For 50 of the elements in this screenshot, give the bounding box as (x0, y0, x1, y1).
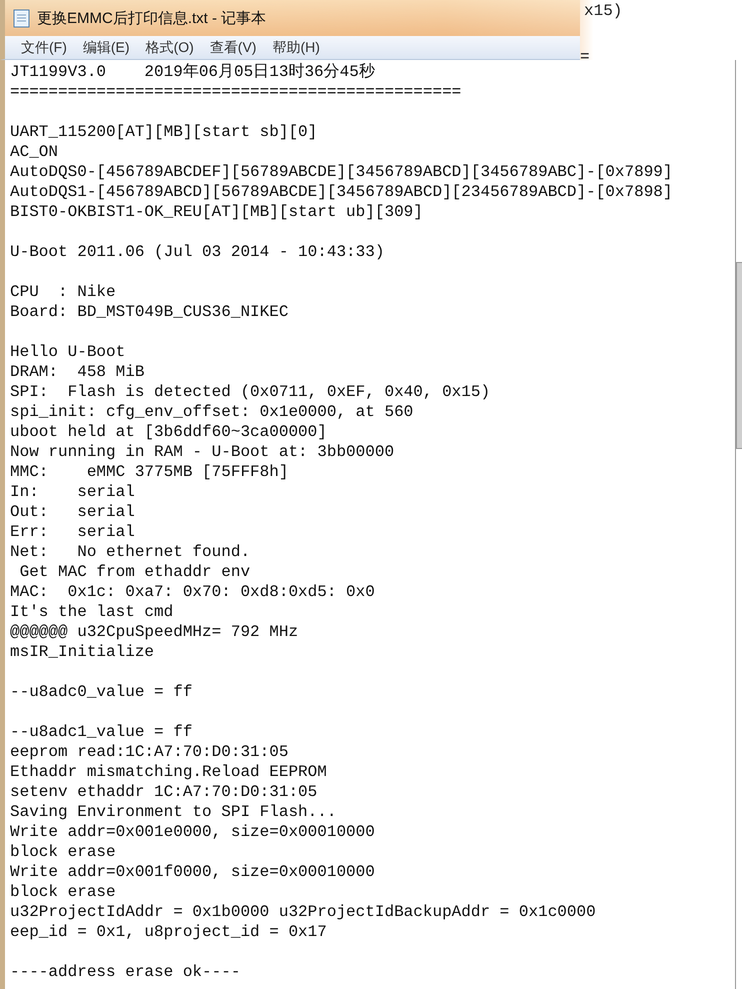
text-line: AC_ON (10, 142, 60, 162)
notepad-icon (13, 8, 31, 28)
scrollbar-thumb[interactable] (736, 262, 742, 449)
text-line: spi_init: cfg_env_offset: 0x1e0000, at 560 (10, 402, 414, 422)
text-area[interactable] (0, 60, 736, 989)
text-line: block erase (10, 882, 117, 902)
text-line: block erase (10, 842, 117, 862)
text-line: Saving Environment to SPI Flash... (10, 802, 338, 822)
text-line: --u8adc1_value = ff (10, 722, 194, 742)
text-line: AutoDQS1-[456789ABCD][56789ABCDE][3456789ABCD][23456789ABCD]-[0x7898] (10, 182, 674, 202)
text-line: In: serial (10, 482, 136, 502)
text-line: setenv ethaddr 1C:A7:70:D0:31:05 (10, 782, 318, 802)
text-line: Board: BD_MST049B_CUS36_NIKEC (10, 302, 290, 322)
text-line: Out: serial (10, 502, 136, 522)
text-line: JT1199V3.0 2019年06月05日13时36分45秒 (10, 62, 376, 82)
menu-item[interactable]: 文件(F) (15, 38, 73, 56)
text-line: eep_id = 0x1, u8project_id = 0x17 (10, 922, 328, 942)
text-line: MAC: 0x1c: 0xa7: 0x70: 0xd8:0xd5: 0x0 (10, 582, 376, 602)
text-line: Now running in RAM - U-Boot at: 3bb00000 (10, 442, 396, 462)
text-line: =============================================== (10, 82, 462, 102)
background-text: x15) (584, 2, 622, 20)
menu-item[interactable]: 查看(V) (204, 38, 262, 56)
text-line: msIR_Initialize (10, 642, 156, 662)
text-line: BIST0-OKBIST1-OK_REU[AT][MB][start ub][309] (10, 202, 424, 222)
text-line: u32ProjectIdAddr = 0x1b0000 u32ProjectIdBackupAddr = 0x1c0000 (10, 902, 597, 922)
text-line: Get MAC from ethaddr env (18, 562, 252, 582)
text-line: eeprom read:1C:A7:70:D0:31:05 (10, 742, 290, 762)
text-line: CPU : Nike (10, 282, 117, 302)
text-line: uboot held at [3b6ddf60~3ca00000] (10, 422, 328, 442)
text-line: Write addr=0x001f0000, size=0x00010000 (10, 862, 376, 882)
text-line: Ethaddr mismatching.Reload EEPROM (10, 762, 328, 782)
menu-item[interactable]: 帮助(H) (266, 38, 326, 56)
text-line: Write addr=0x001e0000, size=0x00010000 (10, 822, 376, 842)
text-line: ----address erase ok---- (10, 962, 242, 982)
text-line: UART_115200[AT][MB][start sb][0] (10, 122, 318, 142)
text-line: Net: No ethernet found. (10, 542, 252, 562)
menu-item[interactable]: 格式(O) (140, 38, 200, 56)
text-line: SPI: Flash is detected (0x0711, 0xEF, 0x40, 0x15) (10, 382, 492, 402)
text-line: --u8adc0_value = ff (10, 682, 194, 702)
text-line: MMC: eMMC 3775MB [75FFF8h] (10, 462, 290, 482)
menu-item[interactable]: 编辑(E) (76, 38, 136, 56)
text-line: @@@@@@ u32CpuSpeedMHz= 792 MHz (10, 622, 300, 642)
text-line: AutoDQS0-[456789ABCDEF][56789ABCDE][3456789ABCD][3456789ABC]-[0x7899] (10, 162, 674, 182)
text-line: U-Boot 2011.06 (Jul 03 2014 - 10:43:33) (10, 242, 386, 262)
text-line: Hello U-Boot (10, 342, 126, 362)
text-line: DRAM: 458 MiB (10, 362, 146, 382)
text-line: It's the last cmd (10, 602, 174, 622)
text-line: Err: serial (10, 522, 136, 542)
background-text: = (580, 48, 590, 66)
window-title: 更换EMMC后打印信息.txt - 记事本 (37, 8, 266, 28)
